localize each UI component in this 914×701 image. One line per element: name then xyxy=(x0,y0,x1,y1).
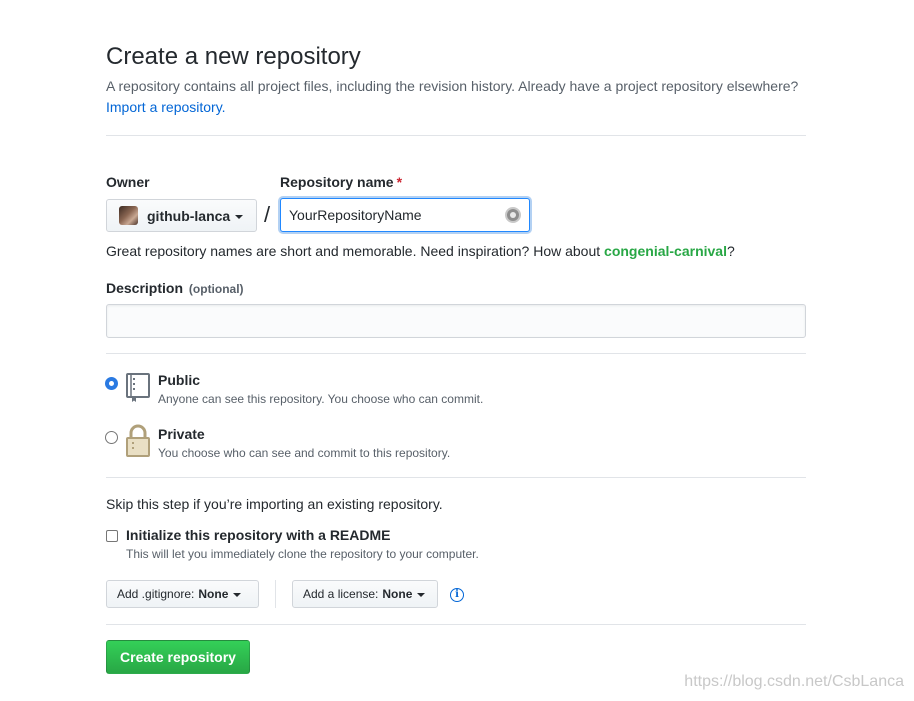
owner-select-button[interactable]: github-lanca xyxy=(106,199,257,232)
name-hint: Great repository names are short and mem… xyxy=(106,243,735,259)
create-repository-button[interactable]: Create repository xyxy=(106,640,250,674)
name-suggestion-link[interactable]: congenial-carnival xyxy=(604,243,727,259)
description-label-text: Description xyxy=(106,280,184,296)
public-radio[interactable] xyxy=(105,377,118,390)
subhead-text: A repository contains all project files,… xyxy=(106,78,799,94)
avatar xyxy=(119,206,138,225)
divider xyxy=(106,353,806,354)
gitignore-label: Add .gitignore: xyxy=(117,587,195,601)
public-note: Anyone can see this repository. You choo… xyxy=(158,392,484,406)
divider xyxy=(106,135,806,136)
owner-repo-separator: / xyxy=(264,202,271,227)
license-value: None xyxy=(382,587,413,601)
caret-down-icon xyxy=(233,593,242,597)
watermark: https://blog.csdn.net/CsbLanca xyxy=(684,673,904,690)
caret-down-icon xyxy=(235,214,244,219)
readme-label[interactable]: Initialize this repository with a README xyxy=(126,527,390,543)
divider xyxy=(106,477,806,478)
private-radio[interactable] xyxy=(105,431,118,444)
owner-label: Owner xyxy=(106,174,150,190)
skip-note: Skip this step if you’re importing an ex… xyxy=(106,496,443,512)
page-subhead: A repository contains all project files,… xyxy=(106,76,806,118)
name-hint-after: ? xyxy=(726,243,735,259)
private-note: You choose who can see and commit to thi… xyxy=(158,446,451,460)
public-title: Public xyxy=(158,372,201,388)
name-hint-text: Great repository names are short and mem… xyxy=(106,243,601,259)
description-input[interactable] xyxy=(106,304,806,338)
gitignore-select-button[interactable]: Add .gitignore: None xyxy=(106,580,259,608)
license-label: Add a license: xyxy=(303,587,379,601)
import-repository-link[interactable]: Import a repository. xyxy=(106,99,226,115)
readme-checkbox[interactable] xyxy=(106,530,118,542)
lock-icon xyxy=(126,424,150,457)
repo-name-label: Repository name * xyxy=(280,174,402,190)
repo-book-icon xyxy=(126,373,150,402)
private-title: Private xyxy=(158,426,205,442)
divider xyxy=(106,624,806,625)
repo-name-label-text: Repository name xyxy=(280,174,394,190)
page-title: Create a new repository xyxy=(106,43,361,70)
optional-tag: (optional) xyxy=(188,282,244,296)
description-label: Description (optional) xyxy=(106,280,244,296)
required-mark: * xyxy=(396,174,403,190)
password-manager-icon[interactable] xyxy=(505,207,521,223)
gitignore-value: None xyxy=(198,587,229,601)
owner-value: github-lanca xyxy=(147,207,231,224)
vertical-divider xyxy=(275,580,276,608)
caret-down-icon xyxy=(417,593,426,597)
license-select-button[interactable]: Add a license: None xyxy=(292,580,438,608)
repository-name-input[interactable] xyxy=(280,198,530,232)
readme-note: This will let you immediately clone the … xyxy=(126,547,479,561)
info-icon[interactable]: i xyxy=(450,588,464,602)
